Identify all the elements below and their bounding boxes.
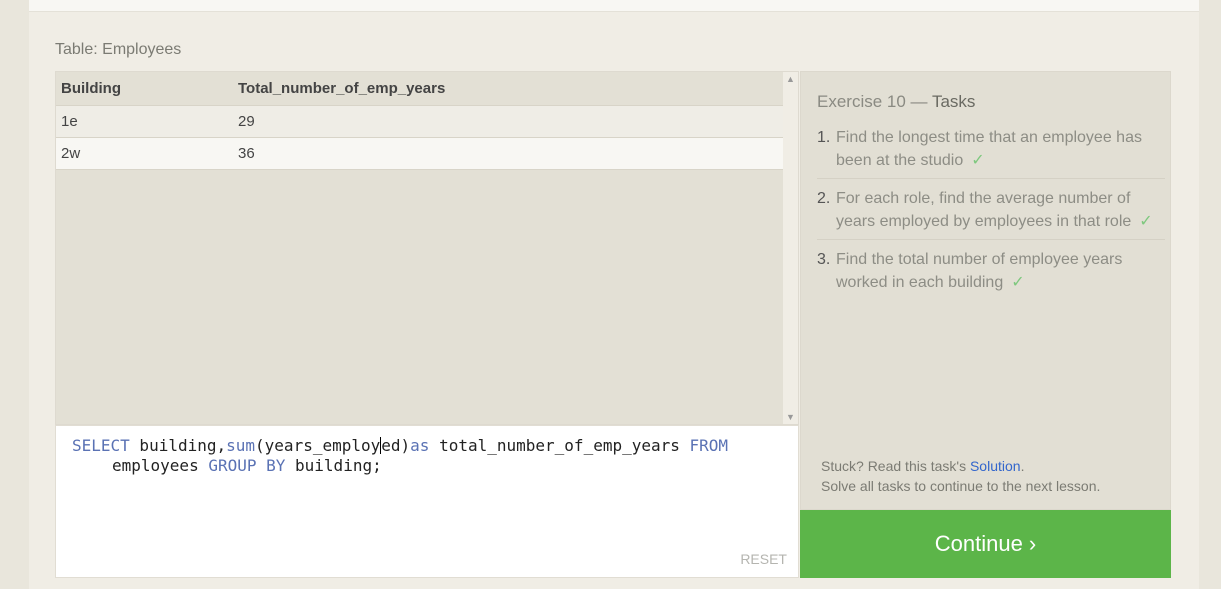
reset-button[interactable]: RESET bbox=[740, 551, 787, 567]
stuck-prefix: Stuck? Read this task's bbox=[821, 458, 970, 474]
task-text-wrap: Find the longest time that an employee h… bbox=[836, 126, 1165, 172]
right-margin bbox=[1199, 0, 1221, 589]
keyword-as: as bbox=[410, 436, 430, 455]
results-header-row: Building Total_number_of_emp_years bbox=[56, 72, 785, 106]
sql-editor[interactable]: SELECT building,sum(years_employed)as to… bbox=[55, 425, 799, 578]
cell-building: 1e bbox=[56, 105, 233, 138]
table-title: Table: Employees bbox=[55, 41, 182, 58]
line-1: SELECT building,sum(years_employed)as to… bbox=[72, 436, 728, 455]
checkmark-icon: ✓ bbox=[1139, 213, 1153, 230]
results-table: Building Total_number_of_emp_years 1e 29… bbox=[56, 72, 785, 170]
task-text: Find the total number of employee years … bbox=[836, 251, 1123, 291]
checkmark-icon: ✓ bbox=[971, 152, 985, 169]
line-2: employees GROUP BY building; bbox=[72, 456, 382, 475]
keyword-group-by: GROUP BY bbox=[208, 456, 286, 475]
task-text: For each role, find the average number o… bbox=[836, 190, 1132, 230]
code-text: total_number_of_emp_years bbox=[429, 436, 690, 455]
table-row: 1e 29 bbox=[56, 105, 785, 138]
results-panel: Building Total_number_of_emp_years 1e 29… bbox=[55, 71, 799, 425]
task-text-wrap: Find the total number of employee years … bbox=[836, 248, 1165, 294]
list-item: 2. For each role, find the average numbe… bbox=[817, 185, 1165, 240]
task-list: 1. Find the longest time that an employe… bbox=[817, 124, 1165, 306]
tasks-word: Tasks bbox=[931, 92, 976, 111]
results-scrollbar[interactable]: ▲ ▼ bbox=[783, 72, 798, 424]
continue-button[interactable]: Continue › bbox=[800, 510, 1171, 578]
code-text: ed) bbox=[381, 436, 411, 455]
scroll-down-arrow-icon[interactable]: ▼ bbox=[786, 412, 795, 422]
column-header-total: Total_number_of_emp_years bbox=[233, 72, 785, 106]
task-number: 3. bbox=[817, 251, 831, 268]
keyword-from: FROM bbox=[689, 436, 729, 455]
exercise-title: Exercise 10 — Tasks bbox=[817, 92, 975, 112]
left-margin bbox=[0, 0, 29, 589]
keyword-sum: sum bbox=[226, 436, 256, 455]
scroll-up-arrow-icon[interactable]: ▲ bbox=[786, 74, 795, 84]
solution-link[interactable]: Solution bbox=[970, 458, 1021, 474]
exercise-label: Exercise 10 — bbox=[817, 92, 932, 111]
task-number: 1. bbox=[817, 129, 831, 146]
cell-building: 2w bbox=[56, 137, 233, 170]
cell-total: 36 bbox=[233, 137, 785, 170]
tasks-panel: Exercise 10 — Tasks 1. Find the longest … bbox=[800, 71, 1171, 510]
task-number: 2. bbox=[817, 190, 831, 207]
table-row: 2w 36 bbox=[56, 137, 785, 170]
task-text-wrap: For each role, find the average number o… bbox=[836, 187, 1165, 233]
keyword-select: SELECT bbox=[72, 436, 130, 455]
checkmark-icon: ✓ bbox=[1011, 274, 1025, 291]
stuck-suffix: . bbox=[1020, 458, 1025, 474]
top-panel-edge bbox=[29, 0, 1199, 12]
code-text: employees bbox=[112, 456, 209, 475]
list-item: 1. Find the longest time that an employe… bbox=[817, 124, 1165, 179]
sql-code[interactable]: SELECT building,sum(years_employed)as to… bbox=[72, 436, 728, 476]
list-item: 3. Find the total number of employee yea… bbox=[817, 246, 1165, 300]
solve-all-text: Solve all tasks to continue to the next … bbox=[821, 478, 1101, 494]
code-text: building, bbox=[129, 436, 227, 455]
cell-total: 29 bbox=[233, 105, 785, 138]
hint-text: Stuck? Read this task's Solution. Solve … bbox=[821, 456, 1100, 496]
task-text: Find the longest time that an employee h… bbox=[836, 129, 1142, 169]
code-text: building; bbox=[285, 456, 382, 475]
column-header-building: Building bbox=[56, 72, 233, 106]
code-text: (years_employ bbox=[255, 436, 381, 455]
